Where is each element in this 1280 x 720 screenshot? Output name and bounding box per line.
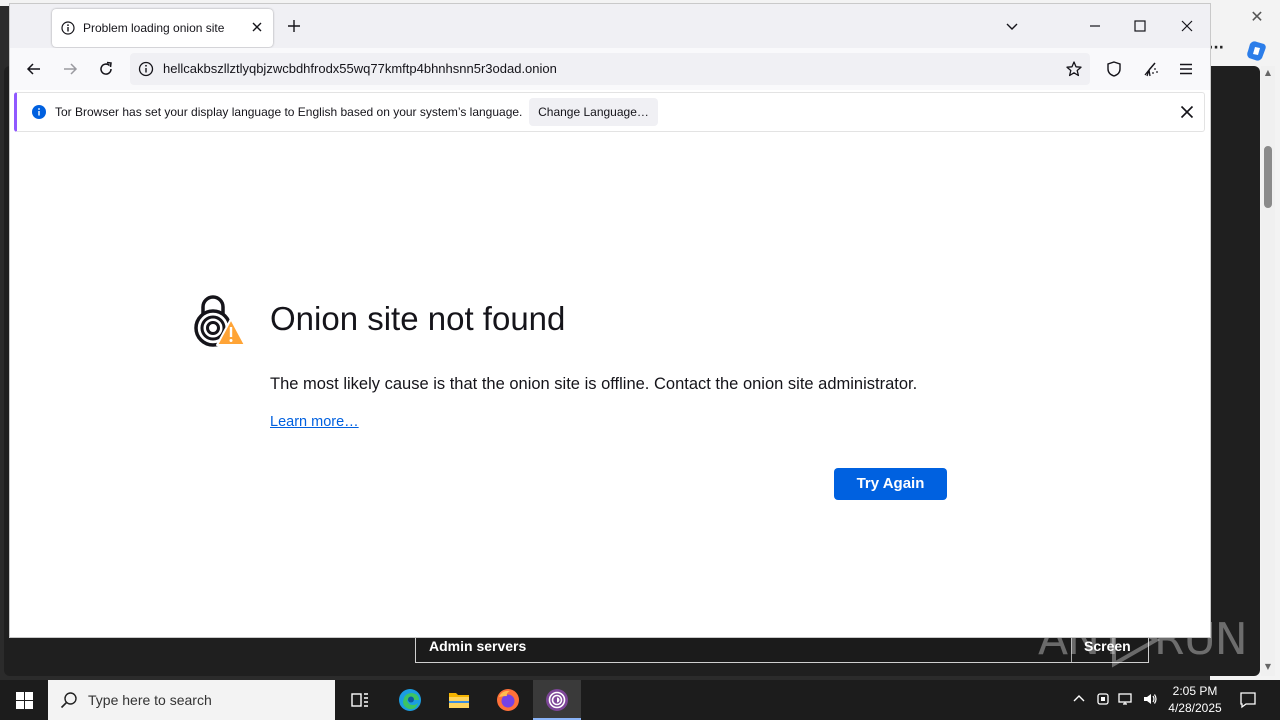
firefox-icon (497, 689, 519, 711)
volume-icon[interactable] (1142, 691, 1158, 707)
windows-logo-icon (16, 692, 33, 709)
network-icon[interactable] (1118, 691, 1134, 707)
forward-arrow-icon[interactable] (61, 60, 79, 78)
navigation-toolbar: hellcakbszllztlyqbjzwcbdhfrodx55wq77kmft… (10, 48, 1210, 90)
new-tab-icon[interactable] (286, 18, 302, 34)
file-explorer-taskbar-button[interactable] (435, 680, 483, 720)
address-bar[interactable]: hellcakbszllztlyqbjzwcbdhfrodx55wq77kmft… (130, 53, 1090, 85)
reload-icon[interactable] (97, 60, 115, 78)
folder-icon (449, 693, 469, 708)
tor-browser-taskbar-button[interactable] (533, 680, 581, 720)
search-placeholder[interactable]: Type here to search (88, 692, 212, 708)
windows-taskbar: Type here to search 2:05 PM 4/28/2025 (0, 680, 1280, 720)
close-window-icon[interactable] (1177, 16, 1197, 36)
info-icon (32, 105, 46, 119)
error-title: Onion site not found (270, 300, 566, 337)
start-button[interactable] (0, 680, 48, 720)
clock-date: 4/28/2025 (1168, 701, 1222, 715)
error-description: The most likely cause is that the onion … (270, 375, 918, 393)
close-icon[interactable] (1180, 105, 1194, 119)
scroll-up-icon[interactable]: ▲ (1263, 68, 1273, 78)
tor-browser-window: Problem loading onion site hellcakbszllz… (10, 4, 1210, 637)
bookmark-star-icon[interactable] (1065, 60, 1083, 78)
tab-title: Problem loading onion site (83, 21, 225, 35)
active-tab[interactable]: Problem loading onion site (52, 9, 273, 47)
taskbar-search-box[interactable]: Type here to search (48, 680, 335, 720)
new-identity-broom-icon[interactable] (1141, 60, 1159, 78)
system-clock[interactable]: 2:05 PM 4/28/2025 (1160, 683, 1230, 717)
site-info-icon[interactable] (138, 61, 154, 77)
edge-taskbar-button[interactable] (386, 680, 434, 720)
language-notification-bar: Tor Browser has set your display languag… (14, 92, 1205, 132)
change-language-button[interactable]: Change Language… (529, 98, 658, 126)
device-icon[interactable] (1095, 691, 1111, 707)
close-tab-icon[interactable] (249, 19, 265, 35)
minimize-icon[interactable] (1085, 16, 1105, 36)
scrollbar-thumb[interactable] (1264, 146, 1272, 208)
hamburger-menu-icon[interactable] (1177, 60, 1195, 78)
task-view-button[interactable] (336, 680, 384, 720)
chevron-up-icon[interactable] (1071, 691, 1087, 707)
chevron-down-icon[interactable] (1004, 18, 1020, 34)
info-icon (61, 21, 75, 35)
search-icon (60, 692, 77, 709)
scroll-down-icon[interactable]: ▼ (1263, 662, 1273, 672)
background-close-icon[interactable]: ✕ (1246, 6, 1268, 28)
onion-lock-warning-icon (194, 295, 246, 347)
more-options-icon[interactable]: ··· (1208, 38, 1228, 58)
learn-more-link[interactable]: Learn more… (270, 414, 359, 430)
maximize-icon[interactable] (1130, 16, 1150, 36)
title-bar: Problem loading onion site (10, 4, 1210, 48)
shield-icon[interactable] (1105, 60, 1123, 78)
task-view-icon (351, 693, 368, 707)
clock-time: 2:05 PM (1172, 684, 1218, 698)
edge-icon (399, 689, 421, 711)
admin-servers-label: Admin servers (429, 638, 527, 654)
notification-message: Tor Browser has set your display languag… (55, 105, 523, 119)
background-scrollbar[interactable]: ▲ ▼ (1261, 66, 1275, 676)
url-text[interactable]: hellcakbszllztlyqbjzwcbdhfrodx55wq77kmft… (163, 61, 557, 76)
copilot-icon[interactable] (1244, 38, 1270, 64)
notification-center-icon[interactable] (1238, 690, 1258, 710)
back-arrow-icon[interactable] (25, 60, 43, 78)
firefox-taskbar-button[interactable] (484, 680, 532, 720)
try-again-button[interactable]: Try Again (834, 468, 947, 500)
tor-browser-icon (546, 689, 568, 711)
error-page: Onion site not found The most likely cau… (10, 136, 1210, 637)
